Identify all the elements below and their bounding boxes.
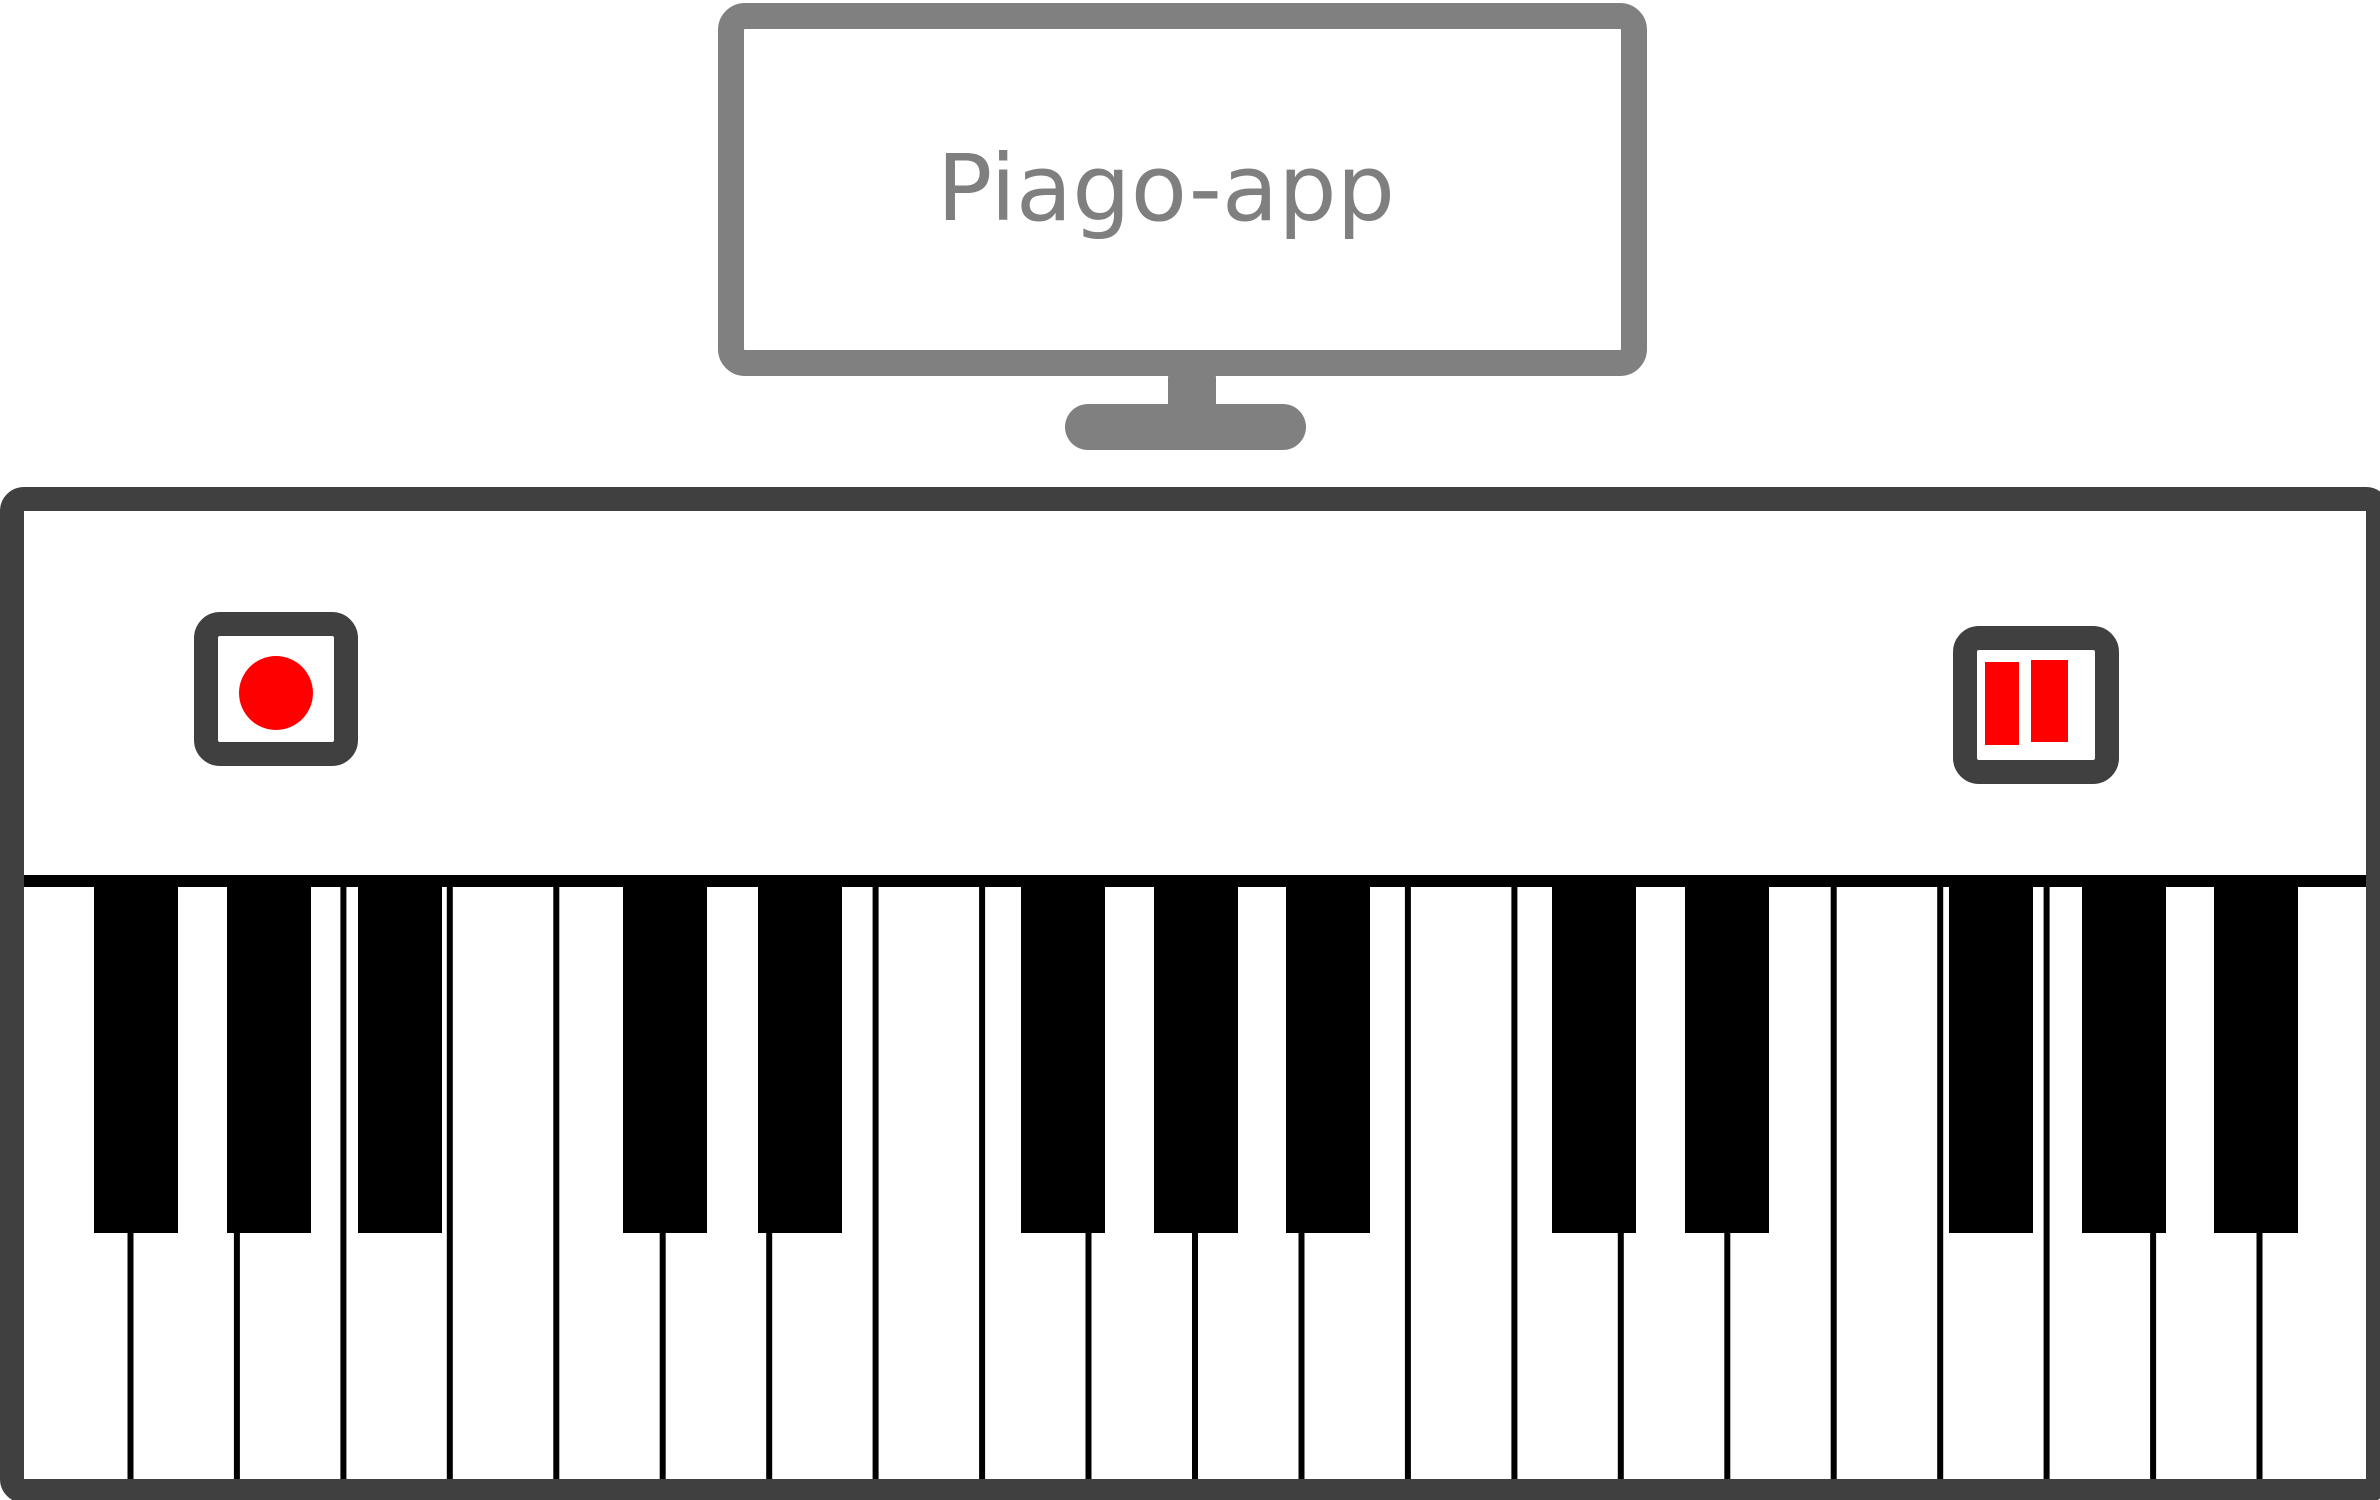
black-key[interactable] [358,887,442,1233]
monitor-title: Piago-app [937,135,1395,242]
white-key[interactable] [1837,887,1938,1479]
record-button[interactable] [194,612,358,766]
monitor-stand [1065,404,1306,450]
white-key[interactable] [453,887,554,1479]
white-key-divider [553,887,560,1479]
black-key[interactable] [758,887,842,1233]
white-key-divider [446,887,453,1479]
white-key-divider [2043,887,2050,1479]
black-key[interactable] [623,887,707,1233]
black-key[interactable] [227,887,311,1233]
white-key-divider [1830,887,1837,1479]
black-key[interactable] [1286,887,1370,1233]
black-key[interactable] [2082,887,2166,1233]
white-key-divider [1937,887,1944,1479]
white-key[interactable] [1411,887,1512,1479]
pause-button[interactable] [1953,626,2119,784]
black-key[interactable] [2214,887,2298,1233]
black-key[interactable] [1154,887,1238,1233]
black-key[interactable] [1021,887,1105,1233]
pause-icon-right-bar [2031,660,2068,742]
monitor: Piago-app [718,3,1647,450]
pause-icon-left-bar [1985,662,2019,745]
black-key[interactable] [1685,887,1769,1233]
keyboard [0,487,2380,1500]
black-key[interactable] [1949,887,2033,1233]
white-key-divider [1511,887,1518,1479]
white-key-divider [979,887,986,1479]
white-key[interactable] [879,887,980,1479]
black-key[interactable] [1552,887,1636,1233]
key-bed-top-border [24,875,2366,887]
black-keys [94,887,2298,1233]
piago-setup-diagram: Piago-app [0,3,2380,1500]
white-key-divider [872,887,879,1479]
white-key-divider [340,887,347,1479]
white-key-divider [1404,887,1411,1479]
record-icon [239,656,313,730]
black-key[interactable] [94,887,178,1233]
